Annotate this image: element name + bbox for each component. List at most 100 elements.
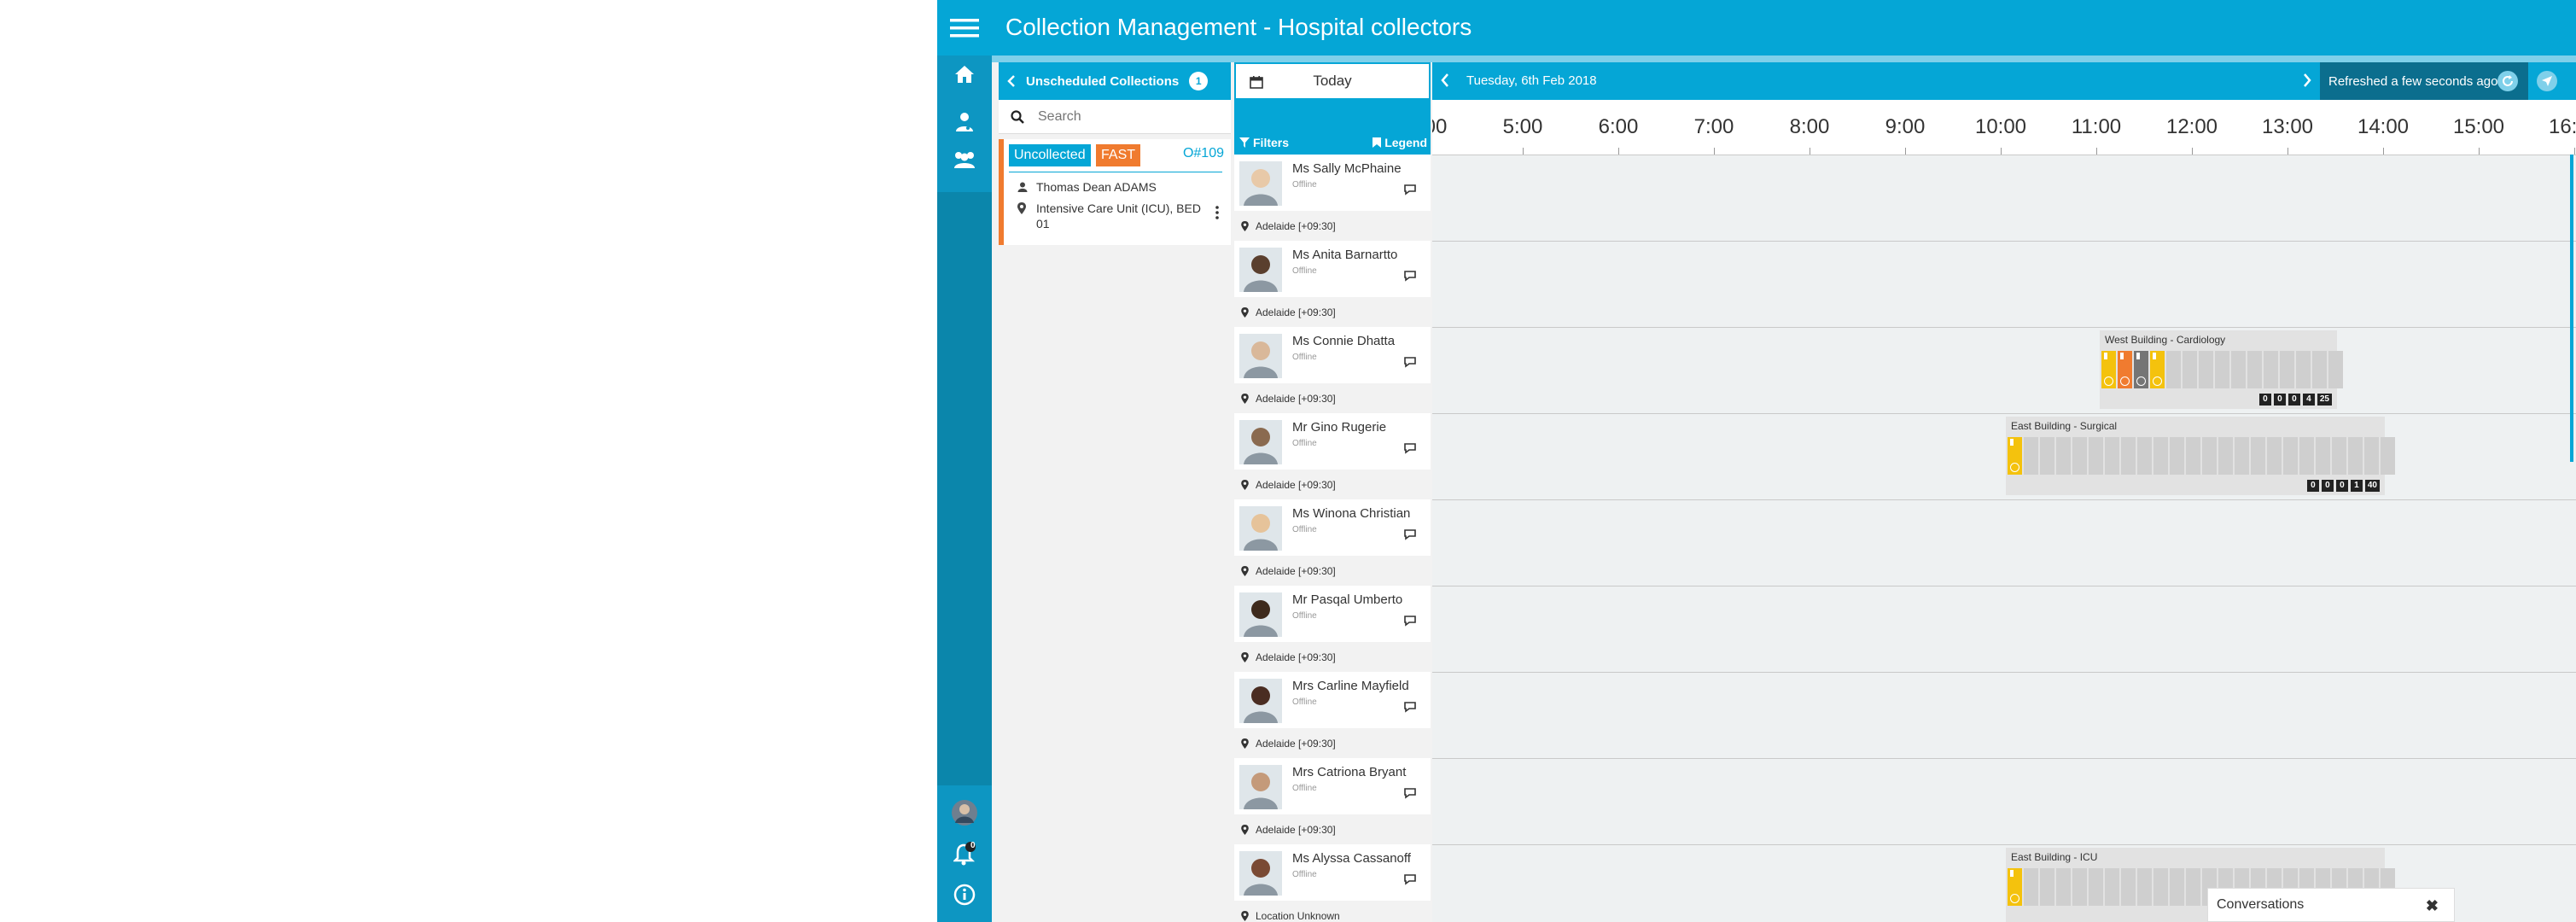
time-slot[interactable] bbox=[2105, 868, 2119, 906]
chat-icon[interactable] bbox=[1403, 528, 1417, 540]
refresh-button[interactable] bbox=[2497, 71, 2518, 91]
chevron-left-icon bbox=[1007, 75, 1015, 87]
chat-icon[interactable] bbox=[1403, 356, 1417, 368]
collector-row[interactable]: Ms Connie Dhatta Offline Adelaide [+09:30] bbox=[1234, 327, 1431, 413]
time-slot[interactable] bbox=[2186, 437, 2200, 475]
time-slot[interactable] bbox=[2134, 351, 2148, 388]
previous-day-icon[interactable] bbox=[1441, 73, 1449, 87]
time-slot[interactable] bbox=[2199, 351, 2213, 388]
time-slot[interactable] bbox=[2231, 351, 2246, 388]
time-slot[interactable] bbox=[2267, 437, 2282, 475]
collector-row[interactable]: Ms Anita Barnartto Offline Adelaide [+09:3… bbox=[1234, 241, 1431, 327]
time-slot[interactable] bbox=[2299, 437, 2314, 475]
time-slot[interactable] bbox=[2105, 437, 2119, 475]
time-slot[interactable] bbox=[2121, 868, 2136, 906]
time-slot[interactable] bbox=[2153, 868, 2168, 906]
nav-doctor-button[interactable] bbox=[937, 103, 992, 141]
time-slot[interactable] bbox=[2024, 868, 2038, 906]
time-slot[interactable] bbox=[2056, 868, 2071, 906]
chat-icon[interactable] bbox=[1403, 701, 1417, 713]
collector-row[interactable]: Ms Alyssa Cassanoff Offline Location Unkno… bbox=[1234, 844, 1431, 922]
next-day-icon[interactable] bbox=[2303, 73, 2311, 87]
time-slot[interactable] bbox=[2121, 437, 2136, 475]
time-slot[interactable] bbox=[2137, 868, 2152, 906]
time-slot[interactable] bbox=[2247, 351, 2262, 388]
collection-card[interactable]: Uncollected FAST O#109 Thomas Dean ADAMS… bbox=[999, 139, 1231, 245]
time-slot[interactable] bbox=[2381, 437, 2395, 475]
filters-button[interactable]: Filters bbox=[1239, 136, 1289, 149]
locate-button[interactable] bbox=[2537, 71, 2557, 91]
time-slot[interactable] bbox=[2008, 868, 2022, 906]
chat-icon[interactable] bbox=[1403, 615, 1417, 627]
today-button[interactable]: Today bbox=[1234, 62, 1431, 100]
time-slot[interactable] bbox=[2170, 437, 2184, 475]
schedule-scrollbar[interactable] bbox=[2570, 155, 2573, 462]
time-slot[interactable] bbox=[2150, 351, 2165, 388]
unscheduled-header[interactable]: Unscheduled Collections 1 bbox=[999, 62, 1231, 100]
time-tick-label: 16:00 bbox=[2548, 115, 2576, 138]
time-slot[interactable] bbox=[2264, 351, 2278, 388]
time-slot[interactable] bbox=[2332, 437, 2346, 475]
time-slot[interactable] bbox=[2202, 437, 2217, 475]
order-number[interactable]: O#109 bbox=[1183, 146, 1224, 161]
legend-button[interactable]: Legend bbox=[1373, 136, 1427, 149]
nav-home-button[interactable] bbox=[937, 55, 992, 93]
time-slot[interactable] bbox=[2183, 351, 2197, 388]
collector-row[interactable]: Ms Winona Christian Offline Adelaide [+09:… bbox=[1234, 499, 1431, 586]
time-slot[interactable] bbox=[2040, 437, 2054, 475]
time-slot[interactable] bbox=[2072, 868, 2087, 906]
time-slot[interactable] bbox=[2024, 437, 2038, 475]
time-slot[interactable] bbox=[2312, 351, 2327, 388]
nav-user-avatar[interactable] bbox=[937, 794, 992, 832]
time-slot[interactable] bbox=[2137, 437, 2152, 475]
time-slot[interactable] bbox=[2218, 437, 2233, 475]
collector-row[interactable]: Mr Pasqal Umberto Offline Adelaide [+09:30… bbox=[1234, 586, 1431, 672]
chat-icon[interactable] bbox=[1403, 184, 1417, 195]
more-options-icon[interactable] bbox=[1215, 206, 1219, 219]
schedule-block[interactable]: West Building - Cardiology 0 0 0 4 25 bbox=[2100, 330, 2343, 409]
time-slot[interactable] bbox=[2089, 437, 2103, 475]
time-slot[interactable] bbox=[2170, 868, 2184, 906]
collector-row[interactable]: Ms Sally McPhaine Offline Adelaide [+09:30… bbox=[1234, 155, 1431, 241]
map-pin-icon bbox=[1241, 393, 1249, 404]
count-badge: 25 bbox=[2317, 394, 2332, 406]
nav-info-button[interactable] bbox=[937, 876, 992, 913]
time-slot[interactable] bbox=[2089, 868, 2103, 906]
time-slot[interactable] bbox=[2118, 351, 2132, 388]
time-slot[interactable] bbox=[2235, 437, 2249, 475]
search-input[interactable] bbox=[1036, 108, 1207, 125]
collector-row[interactable]: Mr Gino Rugerie Offline Adelaide [+09:30] bbox=[1234, 413, 1431, 499]
collector-row[interactable]: Mrs Carline Mayfield Offline Adelaide [+09… bbox=[1234, 672, 1431, 758]
chat-icon[interactable] bbox=[1403, 442, 1417, 454]
time-slot[interactable] bbox=[2251, 437, 2265, 475]
collector-location-row: Location Unknown bbox=[1234, 901, 1431, 922]
top-divider bbox=[992, 55, 2576, 62]
nav-group-button[interactable] bbox=[937, 141, 992, 178]
time-slot[interactable] bbox=[2166, 351, 2181, 388]
chat-icon[interactable] bbox=[1403, 787, 1417, 799]
nav-notifications-button[interactable]: 0 bbox=[937, 835, 992, 872]
time-slot[interactable] bbox=[2296, 351, 2311, 388]
conversations-panel[interactable]: Conversations ✖ bbox=[2207, 888, 2455, 922]
time-slot[interactable] bbox=[2040, 868, 2054, 906]
time-slot[interactable] bbox=[2348, 437, 2363, 475]
time-slot[interactable] bbox=[2072, 437, 2087, 475]
time-slot[interactable] bbox=[2153, 437, 2168, 475]
time-slot[interactable] bbox=[2283, 437, 2298, 475]
chat-icon[interactable] bbox=[1403, 873, 1417, 885]
chat-icon[interactable] bbox=[1403, 270, 1417, 282]
time-slot[interactable] bbox=[2328, 351, 2343, 388]
hamburger-menu-button[interactable] bbox=[937, 0, 992, 55]
time-slot[interactable] bbox=[2056, 437, 2071, 475]
time-slot[interactable] bbox=[2215, 351, 2229, 388]
time-slot[interactable] bbox=[2008, 437, 2022, 475]
time-slot[interactable] bbox=[2364, 437, 2379, 475]
time-slot[interactable] bbox=[2316, 437, 2330, 475]
time-slot[interactable] bbox=[2186, 868, 2200, 906]
avatar bbox=[1239, 161, 1282, 206]
close-icon[interactable]: ✖ bbox=[2426, 897, 2439, 915]
time-slot[interactable] bbox=[2280, 351, 2294, 388]
schedule-block[interactable]: East Building - Surgical 0 0 0 1 40 bbox=[2006, 417, 2395, 495]
time-slot[interactable] bbox=[2101, 351, 2116, 388]
collector-row[interactable]: Mrs Catriona Bryant Offline Adelaide [+09:… bbox=[1234, 758, 1431, 844]
